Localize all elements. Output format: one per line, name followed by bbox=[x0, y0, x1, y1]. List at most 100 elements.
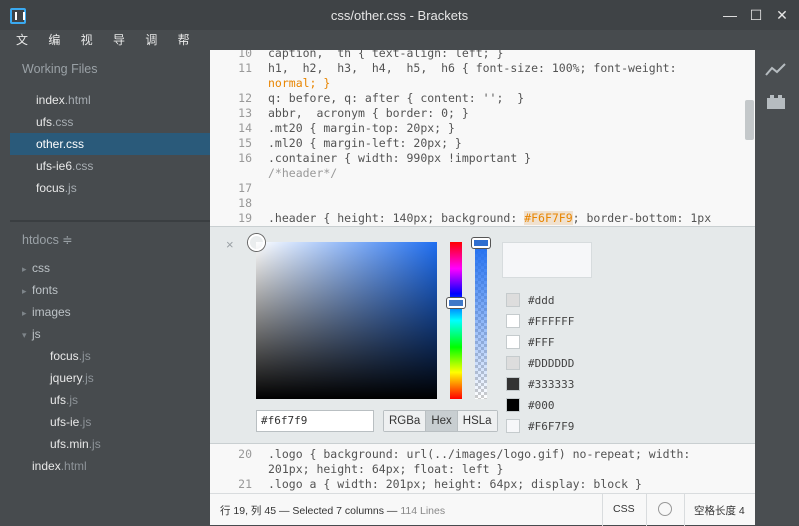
hex-button[interactable]: Hex bbox=[426, 411, 458, 431]
code-text: normal; } bbox=[268, 76, 330, 91]
tree-item-ext: .js bbox=[88, 437, 101, 451]
file-name: ufs bbox=[36, 115, 53, 129]
tree-item-ext: .html bbox=[60, 459, 87, 473]
color-swatch[interactable]: #333333 bbox=[506, 374, 574, 394]
saturation-value-box[interactable] bbox=[248, 234, 437, 399]
brackets-window: css/other.css - Brackets — ☐ ✕ 文件 编辑 视图 … bbox=[0, 0, 799, 526]
menu-file[interactable]: 文件 bbox=[16, 30, 36, 67]
indent-setting[interactable]: 空格长度 4 bbox=[694, 503, 745, 518]
line-number: 16 bbox=[238, 151, 252, 165]
color-swatch[interactable]: #F6F7F9 bbox=[506, 416, 574, 436]
swatch-label: #DDDDDD bbox=[528, 356, 575, 370]
tree-item-ext: .js bbox=[66, 393, 79, 407]
color-swatch[interactable]: #FFF bbox=[506, 332, 555, 352]
code-token: .container { width: 990px !important } bbox=[268, 151, 532, 165]
swatch-color bbox=[506, 398, 520, 412]
tree-item-name: images bbox=[32, 305, 71, 319]
color-value-input[interactable]: #f6f7f9 bbox=[256, 410, 374, 432]
rgba-button[interactable]: RGBa bbox=[384, 411, 427, 431]
working-file-item[interactable]: index.html bbox=[10, 89, 210, 111]
file-item[interactable]: jquery.js bbox=[50, 368, 94, 388]
close-icon[interactable]: × bbox=[226, 237, 234, 252]
swatch-color bbox=[506, 377, 520, 391]
working-file-item[interactable]: ufs-ie6.css bbox=[10, 155, 210, 177]
line-number: 12 bbox=[238, 91, 252, 105]
code-text: .header { height: 140px; background: #F6… bbox=[268, 211, 711, 226]
language-selector[interactable]: CSS bbox=[613, 503, 635, 515]
code-line: 201px; height: 64px; float: left } bbox=[210, 462, 755, 477]
linter-status-icon[interactable] bbox=[658, 502, 672, 516]
tree-item-name: focus bbox=[50, 349, 79, 363]
working-file-item[interactable]: ufs.css bbox=[10, 111, 210, 133]
code-text: 201px; height: 64px; float: left } bbox=[268, 462, 503, 477]
hsla-button[interactable]: HSLa bbox=[457, 411, 497, 431]
file-item[interactable]: ufs.js bbox=[50, 390, 78, 410]
file-item[interactable]: index.html bbox=[32, 456, 87, 476]
project-title[interactable]: htdocs ≑ bbox=[22, 232, 73, 247]
chevron-right-icon[interactable]: ▸ bbox=[22, 259, 32, 279]
scrollbar-thumb[interactable] bbox=[745, 100, 754, 140]
cursor-position: 行 19, 列 45 — Selected 7 columns — 114 Li… bbox=[220, 503, 445, 518]
color-preview bbox=[502, 242, 592, 278]
chevron-down-icon[interactable]: ▾ bbox=[22, 325, 32, 345]
line-number: 13 bbox=[238, 106, 252, 120]
color-swatch[interactable]: #ddd bbox=[506, 290, 555, 310]
file-name: focus bbox=[36, 181, 65, 195]
menu-debug[interactable]: 调试 bbox=[145, 30, 165, 67]
title-bar: css/other.css - Brackets — ☐ ✕ bbox=[0, 0, 799, 30]
line-number: 21 bbox=[238, 477, 252, 491]
code-token: .logo a { width: 201px; height: 64px; di… bbox=[268, 477, 642, 491]
file-item[interactable]: focus.js bbox=[50, 346, 91, 366]
chevron-right-icon[interactable]: ▸ bbox=[22, 303, 32, 323]
close-window-button[interactable]: ✕ bbox=[772, 6, 792, 24]
color-swatch[interactable]: #FFFFFF bbox=[506, 311, 574, 331]
code-token: h1, h2, h3, h4, h5, h6 { font-size: 100%… bbox=[268, 61, 677, 75]
menu-view[interactable]: 视图 bbox=[81, 30, 101, 67]
color-swatch[interactable]: #000 bbox=[506, 395, 555, 415]
file-item[interactable]: ufs-ie.js bbox=[50, 412, 91, 432]
menu-help[interactable]: 帮助 bbox=[178, 30, 198, 67]
code-text: .container { width: 990px !important } bbox=[268, 151, 531, 166]
format-buttons: RGBa Hex HSLa bbox=[383, 410, 498, 432]
folder-item[interactable]: ▸ fonts bbox=[22, 280, 58, 300]
sv-handle[interactable] bbox=[248, 234, 265, 251]
working-file-item[interactable]: focus.js bbox=[10, 177, 210, 199]
color-swatch[interactable]: #DDDDDD bbox=[506, 353, 574, 373]
line-count: 114 Lines bbox=[400, 505, 446, 517]
working-file-item[interactable]: other.css bbox=[10, 133, 210, 155]
maximize-button[interactable]: ☐ bbox=[746, 6, 766, 24]
tree-item-name: index bbox=[32, 459, 61, 473]
code-text: .logo a { width: 201px; height: 64px; di… bbox=[268, 477, 642, 492]
status-separator bbox=[684, 494, 685, 526]
code-token: q: before, q: after { content: ''; } bbox=[268, 91, 525, 105]
folder-item[interactable]: ▾ js bbox=[22, 324, 41, 344]
tree-item-name: jquery bbox=[50, 371, 82, 385]
extension-manager-icon[interactable] bbox=[765, 94, 787, 110]
hue-handle[interactable] bbox=[447, 298, 465, 308]
file-name: ufs-ie6 bbox=[36, 159, 73, 173]
code-text: h1, h2, h3, h4, h5, h6 { font-size: 100%… bbox=[268, 61, 677, 76]
code-text: /*header*/ bbox=[268, 166, 337, 181]
line-number: 19 bbox=[238, 211, 252, 225]
opacity-slider[interactable] bbox=[472, 238, 490, 399]
folder-item[interactable]: ▸ images bbox=[22, 302, 71, 322]
file-item[interactable]: ufs.min.js bbox=[50, 434, 101, 454]
line-number: 20 bbox=[238, 447, 252, 461]
menu-edit[interactable]: 编辑 bbox=[48, 30, 68, 67]
live-preview-icon[interactable] bbox=[765, 62, 787, 78]
minimize-button[interactable]: — bbox=[720, 6, 740, 24]
code-line: 12 q: before, q: after { content: ''; } bbox=[210, 91, 755, 106]
file-extension: .css bbox=[62, 137, 85, 151]
chevron-right-icon[interactable]: ▸ bbox=[22, 281, 32, 301]
menu-navigate[interactable]: 导航 bbox=[113, 30, 133, 67]
folder-item[interactable]: ▸ css bbox=[22, 258, 50, 278]
code-token: .logo { background: url(../images/logo.g… bbox=[268, 447, 691, 461]
sidebar: Working Files index.html ufs.css other.css… bbox=[0, 50, 210, 525]
swatch-color bbox=[506, 314, 520, 328]
tree-item-name: css bbox=[32, 261, 50, 275]
window-title: css/other.css - Brackets bbox=[330, 8, 469, 23]
code-line: 21 .logo a { width: 201px; height: 64px; … bbox=[210, 477, 755, 492]
opacity-handle[interactable] bbox=[472, 238, 490, 248]
hue-slider[interactable] bbox=[447, 242, 465, 399]
code-line: 10 caption, th { text-align: left; } bbox=[210, 50, 755, 61]
